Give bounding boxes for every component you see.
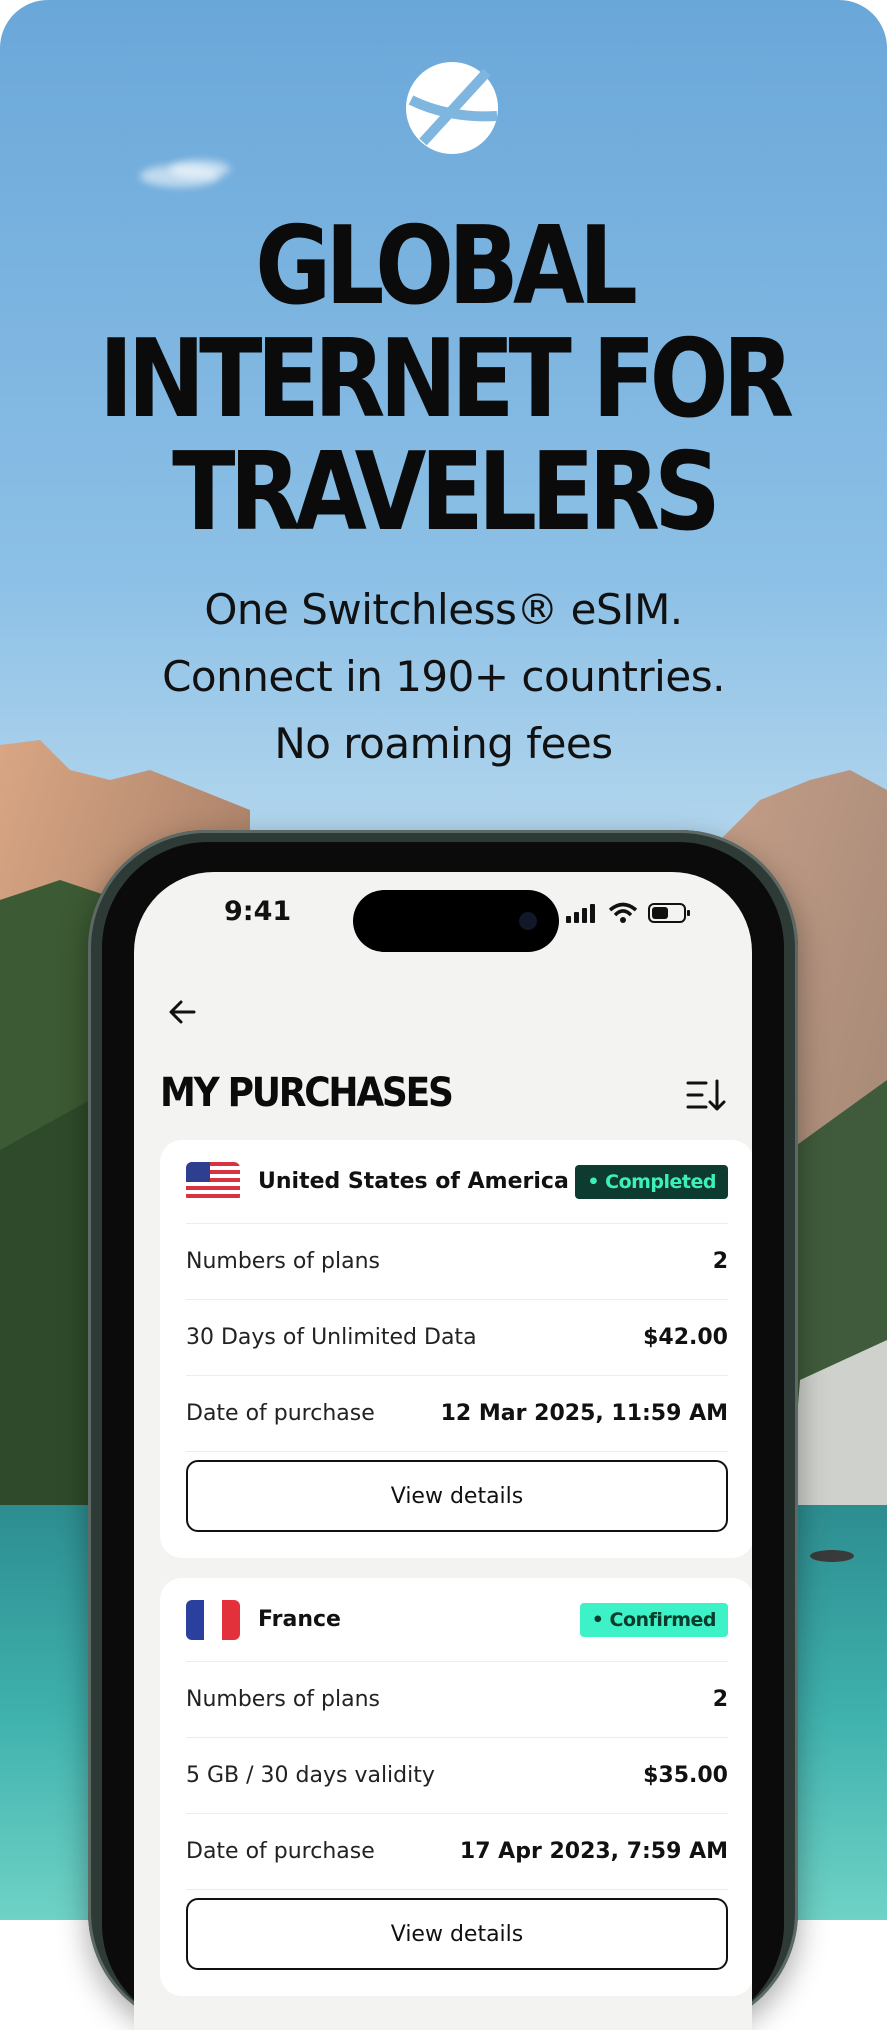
wifi-icon [608,902,638,923]
back-arrow-icon[interactable] [164,992,204,1032]
row-value: 17 Apr 2023, 7:59 AM [459,1839,728,1864]
dynamic-island [353,890,559,952]
phone-mockup: 9:41 MY PURCHASES United States of Ameri… [88,830,798,2030]
row-value: 12 Mar 2025, 11:59 AM [440,1401,728,1426]
globe-logo-icon [406,62,498,154]
us-flag-icon [186,1161,240,1202]
country-name: France [258,1607,341,1632]
row-label: Numbers of plans [186,1249,380,1274]
purchase-date-row: Date of purchase 12 Mar 2025, 11:59 AM [186,1376,728,1452]
battery-icon [648,903,690,923]
purchase-card: United States of America • Completed Num… [160,1140,752,1558]
row-label: Numbers of plans [186,1687,380,1712]
signal-icon [566,904,595,923]
status-badge: • Completed [575,1164,728,1199]
plan-price-row: 30 Days of Unlimited Data $42.00 [186,1300,728,1376]
row-value: $42.00 [643,1325,728,1350]
sort-icon[interactable] [686,1077,726,1113]
purchase-card: France • Confirmed Numbers of plans 2 5 … [160,1578,752,1996]
phone-screen: 9:41 MY PURCHASES United States of Ameri… [134,872,752,2030]
row-value: 2 [712,1687,728,1712]
country-name: United States of America [258,1169,569,1194]
status-badge: • Confirmed [579,1602,728,1637]
headline-line-1: GLOBAL [255,204,638,329]
headline-line-2: INTERNET FOR [98,317,794,442]
row-value: $35.00 [643,1763,728,1788]
subtitle-line-1: One Switchless® eSIM. [204,585,683,634]
view-details-button[interactable]: View details [186,1460,728,1532]
page-title: MY PURCHASES [160,1070,454,1116]
phone-bezel: 9:41 MY PURCHASES United States of Ameri… [102,842,784,2030]
status-time: 9:41 [224,896,292,927]
subtitle-line-2: Connect in 190+ countries. [162,652,725,701]
camera-icon [519,912,537,930]
headline-line-3: TRAVELERS [172,430,721,555]
fr-flag-icon [186,1599,240,1640]
purchase-date-row: Date of purchase 17 Apr 2023, 7:59 AM [186,1814,728,1890]
purchase-card-header: United States of America • Completed [186,1140,728,1224]
plans-count-row: Numbers of plans 2 [186,1224,728,1300]
status-icons [566,902,692,924]
plan-price-row: 5 GB / 30 days validity $35.00 [186,1738,728,1814]
view-details-button[interactable]: View details [186,1898,728,1970]
row-label: 5 GB / 30 days validity [186,1763,435,1788]
subtitle-line-3: No roaming fees [274,719,613,768]
row-label: 30 Days of Unlimited Data [186,1325,477,1350]
row-label: Date of purchase [186,1839,375,1864]
row-value: 2 [712,1249,728,1274]
plans-count-row: Numbers of plans 2 [186,1662,728,1738]
purchase-card-header: France • Confirmed [186,1578,728,1662]
row-label: Date of purchase [186,1401,375,1426]
